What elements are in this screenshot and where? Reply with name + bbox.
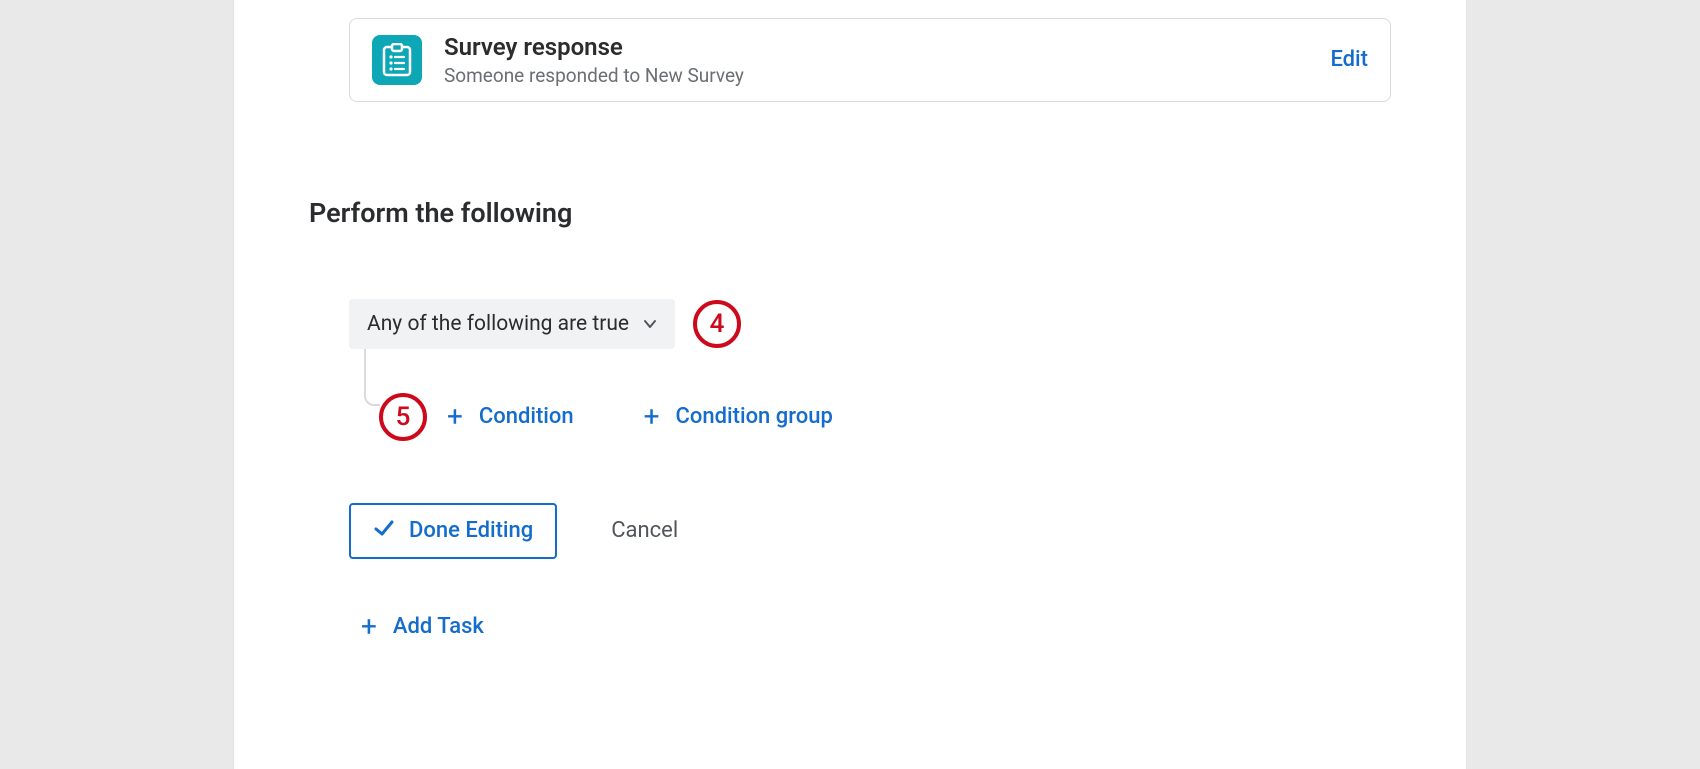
plus-icon: + [447,403,463,431]
tree-connector [364,349,380,406]
cancel-button[interactable]: Cancel [611,518,678,543]
trigger-title: Survey response [444,33,1330,62]
add-condition-group-button[interactable]: + Condition group [642,399,835,435]
check-icon [373,517,395,545]
done-editing-button[interactable]: Done Editing [349,503,557,559]
add-condition-group-label: Condition group [676,404,833,429]
annotation-marker-4: 4 [693,300,741,348]
condition-match-dropdown[interactable]: Any of the following are true [349,299,675,349]
add-task-label: Add Task [393,614,484,639]
chevron-down-icon [643,317,657,331]
plus-icon: + [644,403,660,431]
plus-icon: + [361,613,377,641]
trigger-subtitle: Someone responded to New Survey [444,64,1330,87]
survey-icon [372,35,422,85]
done-editing-label: Done Editing [409,518,533,543]
add-condition-label: Condition [479,404,574,429]
workflow-editor-panel: Survey response Someone responded to New… [234,0,1466,769]
add-condition-button[interactable]: + Condition [445,399,576,435]
condition-match-label: Any of the following are true [367,312,629,336]
trigger-card: Survey response Someone responded to New… [349,18,1391,102]
edit-trigger-link[interactable]: Edit [1330,47,1368,72]
add-task-button[interactable]: + Add Task [359,609,486,645]
annotation-marker-5: 5 [379,393,427,441]
section-heading: Perform the following [309,197,1391,229]
